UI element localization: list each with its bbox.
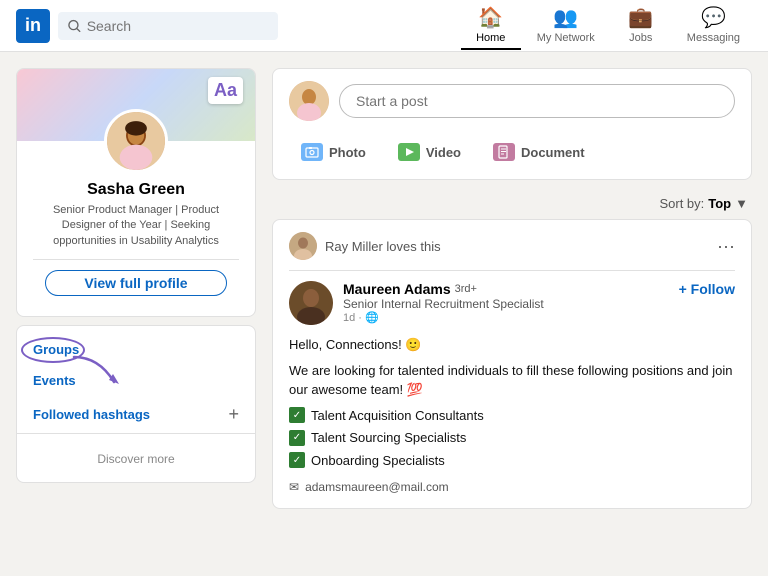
search-icon	[68, 19, 81, 33]
email-row: ✉ adamsmaureen@mail.com	[289, 478, 735, 496]
hashtags-link[interactable]: Followed hashtags	[33, 407, 150, 422]
nav-label-jobs: Jobs	[629, 32, 652, 44]
sort-value[interactable]: Top	[708, 196, 731, 211]
post-input-row	[289, 81, 735, 121]
home-icon: 🏠	[478, 5, 503, 30]
author-name[interactable]: Maureen Adams	[343, 281, 451, 297]
loves-avatar-image	[289, 232, 317, 260]
sidebar-item-groups[interactable]: Groups	[17, 334, 255, 365]
messaging-icon: 💬	[701, 5, 726, 30]
post-greeting: Hello, Connections! 🙂	[289, 335, 735, 355]
check-icon-3: ✓	[289, 452, 305, 468]
sort-bar: Sort by: Top ▼	[272, 188, 752, 219]
start-post-input[interactable]	[339, 84, 735, 118]
post-intro: We are looking for talented individuals …	[289, 361, 735, 400]
author-meta: 1d · 🌐	[343, 311, 669, 324]
bullet-item-1: ✓ Talent Acquisition Consultants	[289, 406, 735, 426]
network-icon: 👥	[553, 5, 578, 30]
author-avatar-image	[289, 281, 333, 325]
bullet-text-3: Onboarding Specialists	[311, 451, 445, 471]
more-options-icon[interactable]: ···	[717, 236, 735, 257]
feed: Photo Video	[272, 68, 752, 509]
photo-icon	[301, 143, 323, 161]
author-subtitle: Senior Internal Recruitment Specialist	[343, 297, 669, 311]
sort-label: Sort by:	[659, 196, 704, 211]
discover-more-button[interactable]: Discover more	[17, 444, 255, 474]
profile-avatar	[104, 109, 168, 173]
check-icon-1: ✓	[289, 407, 305, 423]
video-icon	[398, 143, 420, 161]
banner-decoration: Aa	[208, 77, 243, 104]
sidebar-item-events[interactable]: Events	[17, 365, 255, 396]
nav-item-home[interactable]: 🏠 Home	[461, 1, 521, 50]
linkedin-logo[interactable]: in	[16, 9, 50, 43]
author-avatar[interactable]	[289, 281, 333, 325]
follow-button[interactable]: + Follow	[679, 281, 735, 297]
feed-card-header: Ray Miller loves this ···	[289, 232, 735, 260]
video-label: Video	[426, 145, 461, 160]
nav-item-jobs[interactable]: 💼 Jobs	[611, 1, 671, 50]
banner-aa-text: Aa	[214, 80, 237, 101]
document-label: Document	[521, 145, 585, 160]
profile-card: Aa Sasha Green Senio	[16, 68, 256, 317]
nav-label-messaging: Messaging	[687, 32, 740, 44]
profile-title: Senior Product Manager | Product Designe…	[33, 203, 239, 249]
header: in 🏠 Home 👥 My Network 💼 Jobs 💬 Messagin…	[0, 0, 768, 52]
post-content: Hello, Connections! 🙂 We are looking for…	[289, 335, 735, 496]
sidebar: Aa Sasha Green Senio	[16, 68, 256, 509]
post-avatar	[289, 81, 329, 121]
nav-item-messaging[interactable]: 💬 Messaging	[675, 1, 752, 50]
nav-divider	[17, 433, 255, 434]
banner-card: Aa	[208, 77, 243, 104]
document-button[interactable]: Document	[481, 137, 597, 167]
card-divider	[289, 270, 735, 271]
feed-card: Ray Miller loves this ··· Maureen Adams	[272, 219, 752, 509]
bullet-text-1: Talent Acquisition Consultants	[311, 406, 484, 426]
sort-chevron-icon[interactable]: ▼	[735, 196, 748, 211]
post-author-row: Maureen Adams 3rd+ Senior Internal Recru…	[289, 281, 735, 325]
nav-item-network[interactable]: 👥 My Network	[525, 1, 607, 50]
check-icon-2: ✓	[289, 430, 305, 446]
divider	[33, 259, 239, 260]
loves-text: Ray Miller loves this	[325, 239, 441, 254]
bullet-list: ✓ Talent Acquisition Consultants ✓ Talen…	[289, 406, 735, 471]
bullet-item-2: ✓ Talent Sourcing Specialists	[289, 428, 735, 448]
author-badge: 3rd+	[455, 283, 477, 295]
search-bar[interactable]	[58, 12, 278, 40]
post-box: Photo Video	[272, 68, 752, 180]
view-profile-button[interactable]: View full profile	[45, 270, 227, 296]
bullet-item-3: ✓ Onboarding Specialists	[289, 451, 735, 471]
video-button[interactable]: Video	[386, 137, 473, 167]
loves-avatar	[289, 232, 317, 260]
nav-label-network: My Network	[537, 32, 595, 44]
profile-name: Sasha Green	[33, 181, 239, 199]
email-icon: ✉	[289, 478, 299, 496]
profile-avatar-wrapper	[17, 109, 255, 173]
loves-row: Ray Miller loves this	[289, 232, 441, 260]
bullet-text-2: Talent Sourcing Specialists	[311, 428, 466, 448]
author-info: Maureen Adams 3rd+ Senior Internal Recru…	[343, 281, 669, 324]
main-content: Aa Sasha Green Senio	[0, 52, 768, 525]
main-nav: 🏠 Home 👥 My Network 💼 Jobs 💬 Messaging	[461, 1, 752, 50]
avatar-image	[107, 112, 165, 170]
nav-label-home: Home	[476, 32, 505, 44]
plus-icon[interactable]: +	[228, 404, 239, 425]
jobs-icon: 💼	[628, 5, 653, 30]
events-link[interactable]: Events	[33, 373, 76, 388]
groups-link[interactable]: Groups	[33, 342, 79, 357]
search-input[interactable]	[87, 18, 268, 34]
photo-label: Photo	[329, 145, 366, 160]
email-address[interactable]: adamsmaureen@mail.com	[305, 478, 449, 496]
post-avatar-image	[289, 81, 329, 121]
document-icon	[493, 143, 515, 161]
sidebar-nav: Groups Events Followed hashtags + Discov…	[16, 325, 256, 483]
photo-button[interactable]: Photo	[289, 137, 378, 167]
author-name-row: Maureen Adams 3rd+	[343, 281, 669, 297]
sidebar-item-hashtags[interactable]: Followed hashtags +	[17, 396, 255, 433]
profile-info: Sasha Green Senior Product Manager | Pro…	[17, 173, 255, 316]
post-actions: Photo Video	[289, 133, 735, 167]
